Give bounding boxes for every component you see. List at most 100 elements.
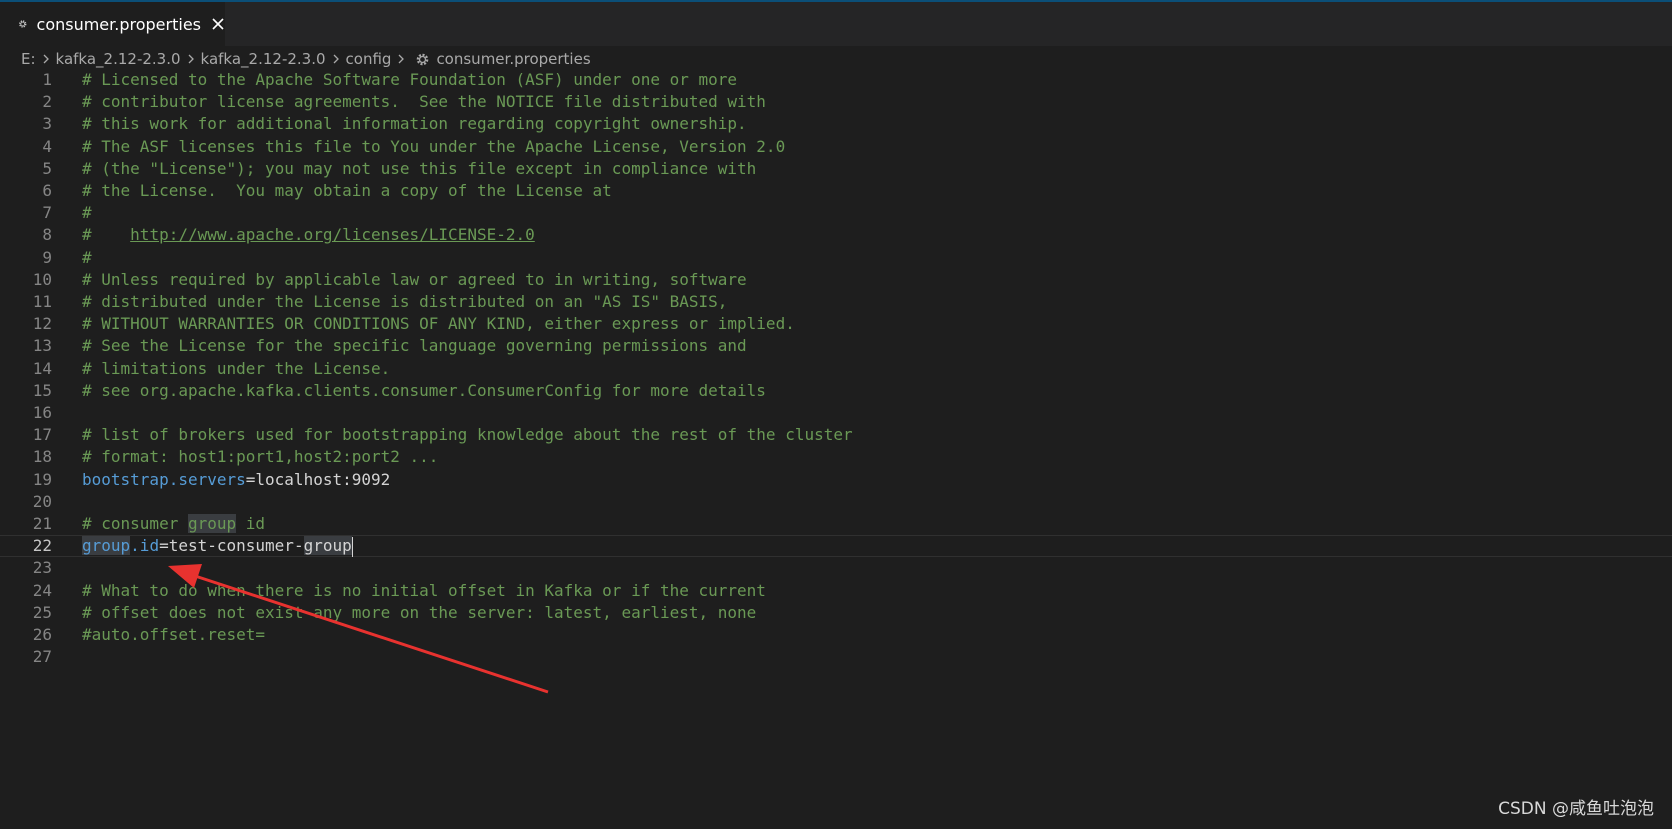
breadcrumb-item-folder[interactable]: kafka_2.12-2.3.0	[56, 50, 181, 68]
line-number: 11	[32, 292, 52, 311]
line-number: 3	[42, 114, 52, 134]
comment-text: #	[82, 247, 92, 267]
comment-text: # Licensed to the Apache Software Founda…	[82, 70, 738, 89]
comment-text: # offset does not exist any more on the …	[82, 602, 757, 622]
line-number: 18	[32, 447, 52, 467]
comment-text: #	[82, 225, 131, 245]
code-line[interactable]: 23	[0, 557, 1672, 579]
gear-icon	[417, 53, 429, 65]
line-number: 24	[32, 580, 52, 600]
line-content: group.id=test-consumer-group	[82, 536, 353, 557]
code-line[interactable]: 18 # format: host1:port1,host2:port2 ...	[0, 446, 1672, 468]
tab-strip: consumer.properties	[0, 2, 1672, 46]
close-icon[interactable]	[211, 16, 225, 32]
line-content: # http://www.apache.org/licenses/LICENSE…	[82, 224, 535, 246]
line-number: 12	[32, 314, 52, 334]
code-line[interactable]: 16	[0, 402, 1672, 424]
line-number: 14	[32, 358, 52, 378]
code-line[interactable]: 25 # offset does not exist any more on th…	[0, 602, 1672, 624]
comment-text: # the License. You may obtain a copy of …	[82, 181, 612, 200]
code-line[interactable]: 21 # consumer group id	[0, 513, 1672, 535]
comment-text: # What to do when there is no initial of…	[82, 580, 766, 600]
code-line[interactable]: 5 # (the "License"); you may not use this…	[0, 158, 1672, 180]
code-line[interactable]: 15 # see org.apache.kafka.clients.consume…	[0, 380, 1672, 402]
code-line[interactable]: 24 # What to do when there is no initial …	[0, 580, 1672, 602]
line-number: 2	[42, 92, 52, 112]
comment-text: id	[236, 514, 266, 533]
line-content: # Unless required by applicable law or a…	[82, 269, 747, 291]
code-line[interactable]: 6 # the License. You may obtain a copy of…	[0, 180, 1672, 202]
comment-text: # distributed under the License is distr…	[82, 292, 728, 311]
line-content: # The ASF licenses this file to You unde…	[82, 136, 785, 158]
line-content: # Licensed to the Apache Software Founda…	[82, 69, 737, 91]
property-key-highlight: group	[82, 536, 131, 556]
chevron-right-icon	[393, 51, 409, 67]
code-line[interactable]: 26 #auto.offset.reset=	[0, 624, 1672, 646]
line-content: # What to do when there is no initial of…	[82, 580, 766, 602]
code-line[interactable]: 22 group.id=test-consumer-group	[0, 535, 1672, 558]
line-content: bootstrap.servers=localhost:9092	[82, 469, 390, 491]
comment-text: # The ASF licenses this file to You unde…	[82, 136, 786, 156]
comment-highlight: group	[187, 514, 237, 533]
chevron-right-icon	[183, 51, 199, 67]
code-editor[interactable]: 1 # Licensed to the Apache Software Found…	[0, 69, 1672, 829]
comment-text: # see org.apache.kafka.clients.consumer.…	[82, 380, 766, 400]
code-line[interactable]: 8 # http://www.apache.org/licenses/LICENS…	[0, 224, 1672, 246]
line-number: 4	[42, 136, 52, 156]
breadcrumb-item-drive[interactable]: E:	[21, 50, 36, 68]
line-number: 15	[32, 380, 52, 400]
line-number: 5	[42, 158, 52, 178]
property-key: bootstrap.servers	[82, 469, 246, 489]
code-line[interactable]: 3 # this work for additional information …	[0, 113, 1672, 135]
code-line[interactable]: 2 # contributor license agreements. See t…	[0, 91, 1672, 113]
line-content: # see org.apache.kafka.clients.consumer.…	[82, 380, 766, 402]
code-line[interactable]: 9 #	[0, 247, 1672, 269]
code-line[interactable]: 10 # Unless required by applicable law or…	[0, 269, 1672, 291]
line-number: 8	[42, 225, 52, 245]
line-content: # offset does not exist any more on the …	[82, 602, 756, 624]
code-line[interactable]: 13 # See the License for the specific lan…	[0, 335, 1672, 357]
property-value: =test-consumer-	[159, 536, 304, 556]
chevron-right-icon	[328, 51, 344, 67]
code-line[interactable]: 14 # limitations under the License.	[0, 358, 1672, 380]
line-number: 20	[32, 491, 52, 511]
line-number: 21	[32, 514, 52, 533]
code-line[interactable]: 7 #	[0, 202, 1672, 224]
line-content: # consumer group id	[82, 513, 265, 535]
code-line[interactable]: 11 # distributed under the License is dis…	[0, 291, 1672, 313]
property-value: =localhost:9092	[245, 469, 391, 489]
code-line[interactable]: 19 bootstrap.servers=localhost:9092	[0, 469, 1672, 491]
property-key: .id	[130, 536, 160, 556]
line-number: 13	[32, 336, 52, 356]
line-number: 19	[32, 469, 52, 489]
line-content: # the License. You may obtain a copy of …	[82, 180, 612, 202]
code-line[interactable]: 20	[0, 491, 1672, 513]
comment-text: #auto.offset.reset=	[82, 625, 266, 644]
code-line[interactable]: 17 # list of brokers used for bootstrappi…	[0, 424, 1672, 446]
line-number: 6	[42, 181, 52, 200]
line-content: # contributor license agreements. See th…	[82, 91, 766, 113]
code-line[interactable]: 1 # Licensed to the Apache Software Found…	[0, 69, 1672, 91]
line-content: #	[82, 247, 92, 269]
line-number: 26	[32, 625, 52, 644]
line-content: # this work for additional information r…	[82, 113, 747, 135]
tab-consumer-properties[interactable]: consumer.properties	[0, 2, 225, 46]
breadcrumb-item-subfolder[interactable]: kafka_2.12-2.3.0	[201, 50, 326, 68]
comment-text: # this work for additional information r…	[82, 114, 747, 134]
line-number: 10	[32, 269, 52, 289]
watermark: CSDN @咸鱼吐泡泡	[1498, 799, 1654, 819]
code-line[interactable]: 4 # The ASF licenses this file to You und…	[0, 136, 1672, 158]
comment-text: # format: host1:port1,host2:port2 ...	[82, 447, 439, 467]
code-line[interactable]: 12 # WITHOUT WARRANTIES OR CONDITIONS OF …	[0, 313, 1672, 335]
line-number: 1	[42, 70, 52, 89]
line-content: # distributed under the License is distr…	[82, 291, 727, 313]
breadcrumb-item-config[interactable]: config	[346, 50, 392, 68]
line-number: 7	[42, 203, 52, 223]
breadcrumb-item-file[interactable]: consumer.properties	[436, 50, 590, 68]
tab-title: consumer.properties	[36, 14, 201, 34]
property-value-highlight: group	[303, 536, 352, 556]
line-content: #	[82, 202, 92, 224]
code-line[interactable]: 27	[0, 646, 1672, 668]
line-content: # format: host1:port1,host2:port2 ...	[82, 446, 438, 468]
editor-window: consumer.properties E: kafka_2.12-2.3.0 …	[0, 0, 1672, 829]
